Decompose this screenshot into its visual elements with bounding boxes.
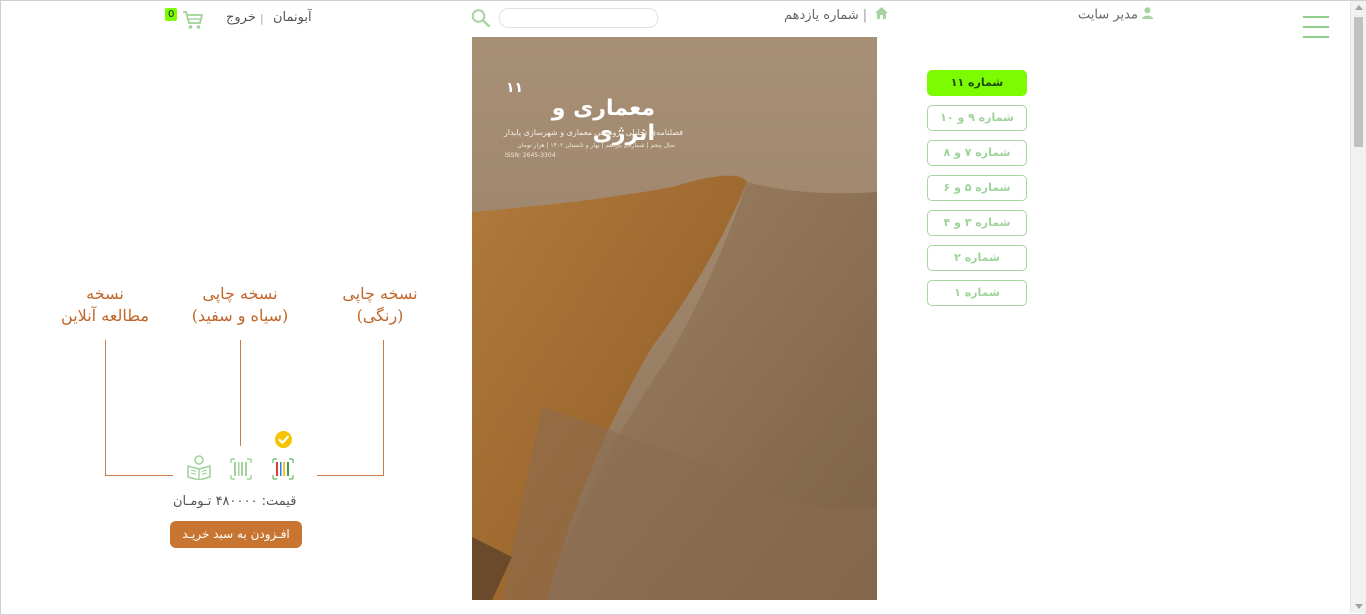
cover-meta: سال پنجم | شماره‌ی یازدهم | بهار و تابست… bbox=[517, 142, 675, 149]
selected-check-icon bbox=[275, 431, 292, 452]
cover-issue-number: ۱۱ bbox=[506, 80, 524, 96]
issue-5-6-button[interactable]: شماره ۵ و ۶ bbox=[927, 175, 1027, 201]
search-icon[interactable] bbox=[471, 9, 491, 31]
price-text: قیمت: ۴۸۰۰۰۰ تـومـان bbox=[173, 494, 296, 509]
option-label-print-bw: نسخه چاپی (سیاه و سفید) bbox=[180, 283, 300, 327]
menu-hamburger-icon[interactable] bbox=[1303, 16, 1329, 40]
price-currency: تـومـان bbox=[173, 494, 212, 509]
user-icon bbox=[1141, 7, 1153, 23]
print-color-barcode-icon[interactable] bbox=[272, 458, 294, 484]
breadcrumb-separator: | bbox=[862, 8, 868, 23]
connector-line-color bbox=[383, 340, 384, 476]
option-label-print-color: نسخه چاپی (رنگی) bbox=[320, 283, 440, 327]
issue-11-button[interactable]: شماره ۱۱ bbox=[927, 70, 1027, 96]
price-value: ۴۸۰۰۰۰ bbox=[215, 494, 258, 509]
cover-subtitle: فصلنامه‌ی تحلیلی پژوهشی معماری و شهرسازی… bbox=[503, 128, 683, 137]
home-icon[interactable] bbox=[871, 7, 889, 23]
logout-link[interactable]: خروج bbox=[226, 10, 256, 25]
option-online-line2: مطالعه آنلاین bbox=[61, 306, 149, 325]
option-label-online: نسخه مطالعه آنلاین bbox=[45, 283, 165, 327]
connector-line-online bbox=[105, 340, 106, 476]
scroll-up-arrow-icon[interactable] bbox=[1355, 5, 1363, 10]
cart-count-badge: 0 bbox=[165, 8, 178, 21]
breadcrumb: |شماره یازدهم bbox=[784, 7, 889, 23]
scroll-thumb[interactable] bbox=[1354, 17, 1363, 147]
search-input[interactable] bbox=[499, 8, 658, 28]
scroll-down-arrow-icon[interactable] bbox=[1355, 604, 1363, 609]
price-label: قیمت: bbox=[261, 494, 297, 509]
option-color-line1: نسخه چاپی bbox=[342, 284, 418, 303]
issue-list: شماره ۱۱ شماره ۹ و ۱۰ شماره ۷ و ۸ شماره … bbox=[927, 70, 1027, 315]
header-divider: | bbox=[260, 12, 264, 25]
issue-7-8-button[interactable]: شماره ۷ و ۸ bbox=[927, 140, 1027, 166]
connector-hline-online bbox=[105, 475, 173, 476]
cart-icon bbox=[183, 11, 204, 29]
issue-1-button[interactable]: شماره ۱ bbox=[927, 280, 1027, 306]
issue-2-button[interactable]: شماره ۲ bbox=[927, 245, 1027, 271]
connector-line-bw bbox=[240, 340, 241, 446]
option-color-line2: (رنگی) bbox=[356, 306, 404, 325]
cart-button[interactable]: 0 bbox=[165, 8, 205, 32]
issue-9-10-button[interactable]: شماره ۹ و ۱۰ bbox=[927, 105, 1027, 131]
cover-title: معماری و انرژی bbox=[551, 96, 655, 146]
cover-issn: ISSN: 2645-3304 bbox=[505, 152, 556, 159]
option-bw-line1: نسخه چاپی bbox=[202, 284, 278, 303]
admin-label: مدیر سایت bbox=[1078, 7, 1138, 23]
online-reading-icon[interactable] bbox=[186, 454, 212, 484]
add-to-cart-button[interactable]: افـزودن به سبد خریـد bbox=[170, 521, 302, 548]
admin-link[interactable]: مدیر سایت bbox=[1078, 7, 1153, 23]
issue-3-4-button[interactable]: شماره ۳ و ۴ bbox=[927, 210, 1027, 236]
option-bw-line2: (سیاه و سفید) bbox=[191, 306, 289, 325]
print-bw-barcode-icon[interactable] bbox=[230, 458, 252, 484]
option-online-line1: نسخه bbox=[86, 284, 124, 303]
connector-hline-color bbox=[317, 475, 384, 476]
vertical-scrollbar[interactable] bbox=[1350, 1, 1366, 613]
subscription-link[interactable]: آبونمان bbox=[273, 10, 312, 25]
breadcrumb-current: شماره یازدهم bbox=[784, 8, 859, 23]
